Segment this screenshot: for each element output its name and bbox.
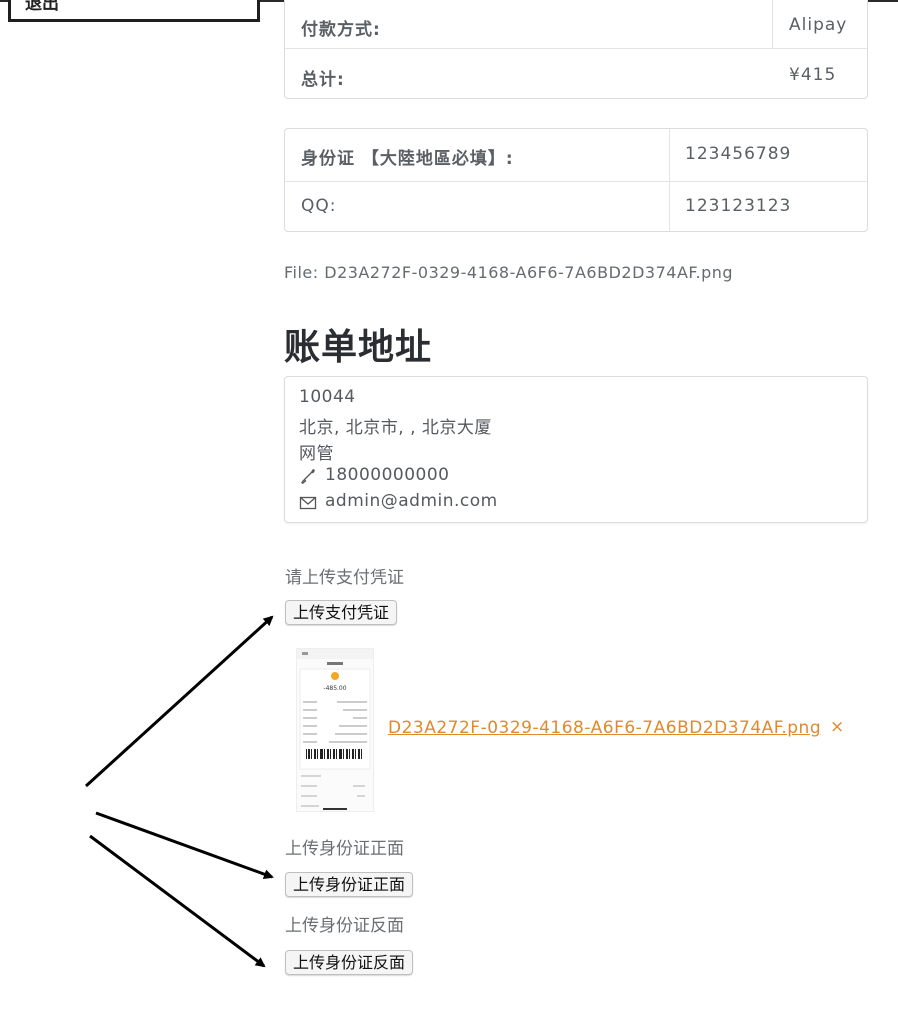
annotation-arrows xyxy=(84,615,274,968)
arrow-to-id-back-upload xyxy=(89,834,266,968)
arrow-to-payment-upload xyxy=(84,615,274,788)
arrow-to-id-front-upload xyxy=(95,811,274,879)
